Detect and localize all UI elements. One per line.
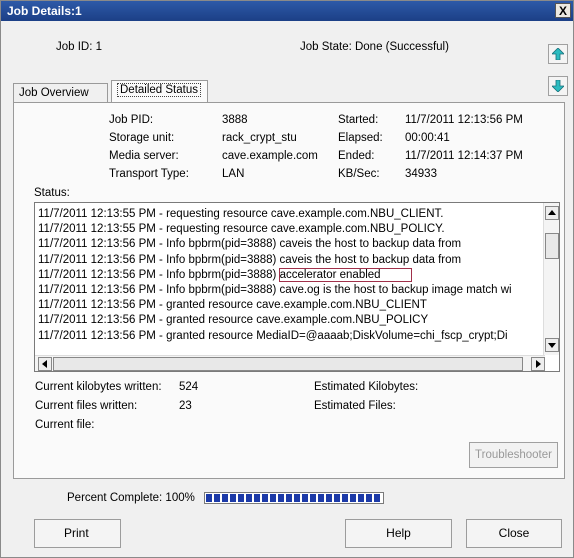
storage-unit-label: Storage unit: <box>109 132 175 144</box>
previous-job-button[interactable] <box>548 44 568 64</box>
title-bar: Job Details:1 X <box>1 1 573 21</box>
arrow-up-icon <box>552 48 564 60</box>
log-line: 11/7/2011 12:13:56 PM - granted resource… <box>38 299 427 312</box>
status-log-lines: 11/7/2011 12:13:55 PM - requesting resou… <box>38 207 543 344</box>
triangle-up-icon <box>548 210 556 215</box>
scroll-left-button[interactable] <box>38 357 52 371</box>
started-value: 11/7/2011 12:13:56 PM <box>405 114 523 126</box>
help-button[interactable]: Help <box>345 519 452 548</box>
progress-bar-fill <box>206 494 382 502</box>
log-line: 11/7/2011 12:13:56 PM - Info bpbrm(pid=3… <box>38 283 512 296</box>
close-button[interactable]: Close <box>466 519 562 548</box>
triangle-left-icon <box>42 360 47 368</box>
tab-job-overview[interactable]: Job Overview <box>13 83 108 103</box>
estimated-files-label: Estimated Files: <box>314 400 396 412</box>
scroll-right-button[interactable] <box>531 357 545 371</box>
next-job-button[interactable] <box>548 76 568 96</box>
job-pid-label: Job PID: <box>109 114 154 126</box>
transport-type-value: LAN <box>222 168 245 180</box>
files-written-value: 23 <box>179 400 192 412</box>
log-line: 11/7/2011 12:13:56 PM - granted resource… <box>38 329 508 342</box>
accelerator-enabled-highlight: accelerator enabled <box>278 267 412 282</box>
job-state-text: Job State: Done (Successful) <box>300 41 449 53</box>
current-file-label: Current file: <box>35 419 95 431</box>
kbsec-label: KB/Sec: <box>338 168 380 180</box>
scroll-up-button[interactable] <box>545 206 559 220</box>
log-line: 11/7/2011 12:13:56 PM - Info bpbrm(pid=3… <box>38 253 462 266</box>
log-line-prefix: 11/7/2011 12:13:56 PM - Info bpbrm(pid=3… <box>38 268 280 281</box>
job-pid-value: 3888 <box>222 114 248 126</box>
job-details-window: Job Details:1 X Job ID: 1 Job State: Don… <box>0 0 574 558</box>
print-button[interactable]: Print <box>34 519 121 548</box>
troubleshooter-button[interactable]: Troubleshooter <box>469 442 558 468</box>
log-line: 11/7/2011 12:13:56 PM - granted resource… <box>38 314 429 327</box>
vertical-scroll-thumb[interactable] <box>545 233 559 259</box>
horizontal-scroll-thumb[interactable] <box>53 357 523 371</box>
elapsed-label: Elapsed: <box>338 132 383 144</box>
progress-bar <box>204 492 384 504</box>
tab-label: Detailed Status <box>117 83 201 97</box>
log-line: 11/7/2011 12:13:55 PM - requesting resou… <box>38 223 445 236</box>
triangle-down-icon <box>548 343 556 348</box>
job-id-text: Job ID: 1 <box>56 41 103 53</box>
tab-detailed-status[interactable]: Detailed Status <box>111 80 208 103</box>
storage-unit-value: rack_crypt_stu <box>222 132 297 144</box>
log-line-highlighted: 11/7/2011 12:13:56 PM - Info bpbrm(pid=3… <box>38 267 543 283</box>
media-server-label: Media server: <box>109 150 179 162</box>
ended-label: Ended: <box>338 150 375 162</box>
files-written-label: Current files written: <box>35 400 138 412</box>
vertical-scrollbar[interactable] <box>543 203 559 355</box>
arrow-down-icon <box>552 80 564 92</box>
status-label: Status: <box>34 187 70 199</box>
horizontal-scrollbar[interactable] <box>35 355 545 371</box>
log-line: 11/7/2011 12:13:56 PM - Info bpbrm(pid=3… <box>38 238 462 251</box>
transport-type-label: Transport Type: <box>109 168 189 180</box>
ended-value: 11/7/2011 12:14:37 PM <box>405 150 523 162</box>
elapsed-value: 00:00:41 <box>405 132 450 144</box>
window-title: Job Details:1 <box>7 4 82 18</box>
kbsec-value: 34933 <box>405 168 437 180</box>
kb-written-label: Current kilobytes written: <box>35 381 162 393</box>
scroll-down-button[interactable] <box>545 338 559 352</box>
log-line: 11/7/2011 12:13:55 PM - requesting resou… <box>38 208 444 220</box>
started-label: Started: <box>338 114 379 126</box>
estimated-kb-label: Estimated Kilobytes: <box>314 381 419 393</box>
percent-complete-label: Percent Complete: 100% <box>67 492 195 504</box>
status-log-listbox[interactable]: 11/7/2011 12:13:55 PM - requesting resou… <box>34 202 560 372</box>
kb-written-value: 524 <box>179 381 199 393</box>
media-server-value: cave.example.com <box>222 150 318 162</box>
triangle-right-icon <box>536 360 541 368</box>
close-window-icon[interactable]: X <box>555 3 571 18</box>
tab-label: Job Overview <box>19 87 89 99</box>
